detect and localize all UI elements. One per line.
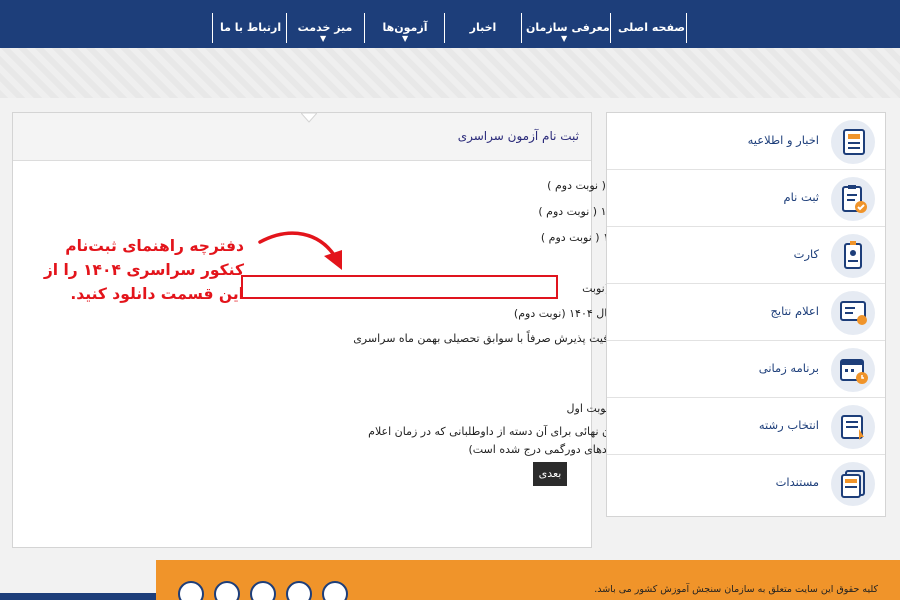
pattern-banner bbox=[0, 48, 900, 98]
social-bale-icon[interactable] bbox=[286, 581, 312, 600]
sidebar-item-news[interactable]: اخبار و اطلاعیه bbox=[607, 113, 885, 170]
nav-separator bbox=[212, 13, 213, 43]
social-soroush-icon[interactable] bbox=[322, 581, 348, 600]
nav-home[interactable]: صفحه اصلی bbox=[618, 0, 685, 48]
nav-separator bbox=[286, 13, 287, 43]
results-screen-icon bbox=[831, 291, 875, 335]
chevron-down-icon: ▼ bbox=[561, 34, 568, 43]
top-navigation: ارتباط با ما میز خدمت ▼ آزمون‌ها ▼ اخبار… bbox=[0, 0, 900, 48]
panel-header: ثبت نام آزمون سراسری bbox=[13, 113, 591, 161]
nav-separator bbox=[444, 13, 445, 43]
nav-separator bbox=[686, 13, 687, 43]
sidebar-item-label: برنامه زمانی bbox=[758, 361, 819, 375]
footer-left-strip bbox=[0, 593, 156, 600]
id-card-icon bbox=[831, 234, 875, 278]
sidebar-item-documents[interactable]: مستندات bbox=[607, 455, 885, 512]
sidebar-item-label: اعلام نتایج bbox=[770, 304, 820, 318]
highlight-box bbox=[241, 275, 558, 299]
arrow-annotation-icon bbox=[258, 231, 342, 270]
sidebar-item-label: مستندات bbox=[775, 475, 819, 489]
nav-news[interactable]: اخبار bbox=[454, 0, 512, 48]
nav-separator bbox=[364, 13, 365, 43]
select-field-icon bbox=[831, 405, 875, 449]
sidebar-item-registration[interactable]: ثبت نام bbox=[607, 170, 885, 227]
social-check-icon[interactable] bbox=[178, 581, 204, 600]
clipboard-check-icon bbox=[831, 177, 875, 221]
sidebar-item-field-selection[interactable]: انتخاب رشته bbox=[607, 398, 885, 455]
social-eitaa-icon[interactable] bbox=[214, 581, 240, 600]
copyright-text: کلیه حقوق این سایت متعلق به سازمان سنجش … bbox=[594, 584, 878, 595]
sidebar-item-schedule[interactable]: برنامه زمانی bbox=[607, 341, 885, 398]
panel-title: ثبت نام آزمون سراسری bbox=[457, 129, 579, 143]
quick-access-sidebar: اخبار و اطلاعیه ثبت نام کارت اعلام نتایج… bbox=[606, 112, 886, 517]
panel-notch bbox=[301, 113, 317, 123]
social-rubika-icon[interactable] bbox=[250, 581, 276, 600]
sidebar-item-label: ثبت نام bbox=[783, 190, 819, 204]
annotation-text: دفترچه راهنمای ثبت‌نام کنکور سراسری ۱۴۰۴… bbox=[43, 237, 244, 303]
sidebar-item-label: کارت bbox=[793, 247, 819, 261]
chevron-down-icon: ▼ bbox=[320, 34, 327, 43]
nav-contact[interactable]: ارتباط با ما bbox=[220, 0, 281, 48]
chevron-down-icon: ▼ bbox=[402, 34, 409, 43]
nav-separator bbox=[610, 13, 611, 43]
nav-separator bbox=[521, 13, 522, 43]
sidebar-item-label: اخبار و اطلاعیه bbox=[747, 133, 819, 147]
sidebar-item-label: انتخاب رشته bbox=[758, 418, 819, 432]
documents-icon bbox=[831, 462, 875, 506]
next-button[interactable]: بعدی bbox=[533, 462, 567, 486]
sidebar-item-results[interactable]: اعلام نتایج bbox=[607, 284, 885, 341]
sidebar-item-card[interactable]: کارت bbox=[607, 227, 885, 284]
newspaper-icon bbox=[831, 120, 875, 164]
calendar-clock-icon bbox=[831, 348, 875, 392]
